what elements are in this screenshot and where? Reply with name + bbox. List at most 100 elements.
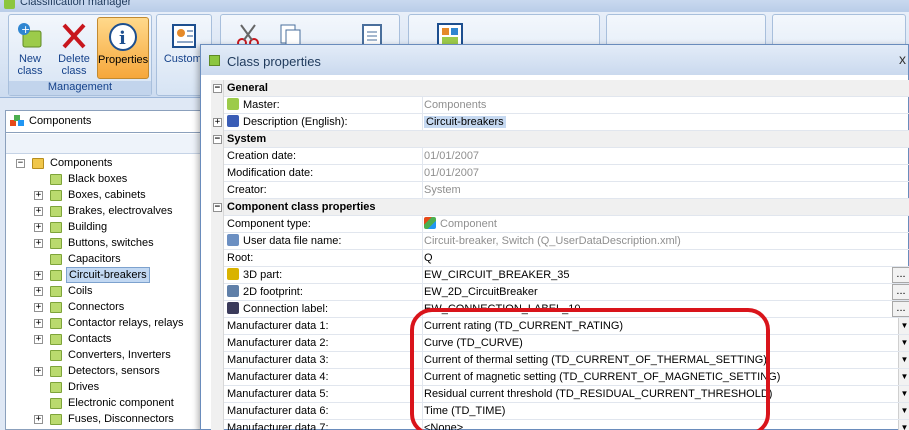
tree-node[interactable]: + Contacts <box>6 331 204 347</box>
property-value[interactable]: Component <box>424 216 909 233</box>
tree-node[interactable]: Capacitors <box>6 251 204 267</box>
expand-icon[interactable]: + <box>34 207 43 216</box>
property-row[interactable]: Manufacturer data 4: Current of magnetic … <box>211 369 909 386</box>
property-value[interactable]: Residual current threshold (TD_RESIDUAL_… <box>424 386 909 403</box>
customize-button[interactable]: Customi <box>163 17 205 79</box>
browse-button[interactable]: ... <box>892 267 909 283</box>
expand-icon[interactable]: + <box>34 191 43 200</box>
property-row[interactable]: Connection label: EW_CONNECTION_LABEL_10.… <box>211 301 909 318</box>
expand-icon[interactable]: + <box>34 223 43 232</box>
tree-node[interactable]: + Buttons, switches <box>6 235 204 251</box>
dropdown-arrow-icon[interactable]: ▼ <box>898 386 909 402</box>
property-row[interactable]: 3D part: EW_CIRCUIT_BREAKER_35... <box>211 267 909 284</box>
folder-icon <box>50 302 62 313</box>
expand-icon[interactable]: + <box>213 118 222 127</box>
property-row[interactable]: Manufacturer data 6: Time (TD_TIME) ▼ <box>211 403 909 420</box>
dropdown-arrow-icon[interactable]: ▼ <box>898 318 909 334</box>
property-value[interactable]: EW_2D_CircuitBreaker... <box>424 284 909 301</box>
expand-icon[interactable]: + <box>34 239 43 248</box>
property-value[interactable]: Components <box>424 97 909 114</box>
property-name-text: Modification date: <box>227 167 314 179</box>
property-value[interactable]: Circuit-breaker, Switch (Q_UserDataDescr… <box>424 233 909 250</box>
browse-button[interactable]: ... <box>892 301 909 317</box>
property-row[interactable]: Creator: System <box>211 182 909 199</box>
collapse-icon[interactable]: − <box>213 203 222 212</box>
property-value[interactable]: 01/01/2007 <box>424 148 909 165</box>
property-value[interactable]: Time (TD_TIME) ▼ <box>424 403 909 420</box>
expand-icon[interactable]: + <box>34 415 43 424</box>
property-value[interactable]: Circuit-breakers <box>424 114 909 131</box>
property-row[interactable]: Manufacturer data 1: Current rating (TD_C… <box>211 318 909 335</box>
row-gutter <box>211 216 224 233</box>
tree-node[interactable]: + Building <box>6 219 204 235</box>
expand-icon[interactable]: + <box>34 335 43 344</box>
tree-node[interactable]: + Circuit-breakers <box>6 267 204 283</box>
property-value[interactable]: EW_CIRCUIT_BREAKER_35... <box>424 267 909 284</box>
dropdown-arrow-icon[interactable]: ▼ <box>898 352 909 368</box>
tree-node[interactable]: + Detectors, sensors <box>6 363 204 379</box>
property-value[interactable]: Curve (TD_CURVE) ▼ <box>424 335 909 352</box>
property-name-text: Manufacturer data 5: <box>227 388 329 400</box>
tree-node[interactable]: Black boxes <box>6 171 204 187</box>
property-row[interactable]: Manufacturer data 2: Curve (TD_CURVE) ▼ <box>211 335 909 352</box>
property-name-text: Manufacturer data 7: <box>227 422 329 430</box>
property-name: Root: <box>227 250 423 267</box>
expand-icon[interactable]: + <box>34 271 43 280</box>
tree-node[interactable]: + Brakes, electrovalves <box>6 203 204 219</box>
expand-icon[interactable]: + <box>34 319 43 328</box>
property-row[interactable]: + Description (English): Circuit-breakers <box>211 114 909 131</box>
browse-button[interactable]: ... <box>892 284 909 300</box>
property-value[interactable]: Q <box>424 250 909 267</box>
property-value[interactable]: <None> ▼ <box>424 420 909 430</box>
expand-icon[interactable]: + <box>34 367 43 376</box>
tree-node[interactable]: Converters, Inverters <box>6 347 204 363</box>
property-name: General <box>227 80 707 97</box>
close-icon[interactable]: x <box>899 51 906 67</box>
property-value[interactable]: System <box>424 182 909 199</box>
property-value[interactable]: Current rating (TD_CURRENT_RATING) ▼ <box>424 318 909 335</box>
property-name-text: General <box>227 82 268 94</box>
root-selector[interactable]: Components <box>6 111 204 133</box>
property-name: Component type: <box>227 216 423 233</box>
property-value[interactable]: Current of magnetic setting (TD_CURRENT_… <box>424 369 909 386</box>
tree-node[interactable]: − Components <box>6 155 204 171</box>
dropdown-arrow-icon[interactable]: ▼ <box>898 420 909 430</box>
property-row[interactable]: User data file name: Circuit-breaker, Swi… <box>211 233 909 250</box>
property-row[interactable]: 2D footprint: EW_2D_CircuitBreaker... <box>211 284 909 301</box>
tree-node[interactable]: + Boxes, cabinets <box>6 187 204 203</box>
property-row[interactable]: Manufacturer data 7: <None> ▼ <box>211 420 909 430</box>
tree-node[interactable]: + Fuses, Disconnectors <box>6 411 204 427</box>
dropdown-arrow-icon[interactable]: ▼ <box>898 369 909 385</box>
property-row[interactable]: Creation date: 01/01/2007 <box>211 148 909 165</box>
folder-icon <box>50 206 62 217</box>
tree-node[interactable]: Electronic component <box>6 395 204 411</box>
expand-icon[interactable]: + <box>34 287 43 296</box>
properties-button[interactable]: i Properties <box>97 17 149 79</box>
property-name-text: Manufacturer data 3: <box>227 354 329 366</box>
property-row[interactable]: Manufacturer data 5: Residual current thr… <box>211 386 909 403</box>
new-class-button[interactable]: + New class <box>9 17 51 79</box>
dropdown-arrow-icon[interactable]: ▼ <box>898 403 909 419</box>
property-value[interactable]: EW_CONNECTION_LABEL_10... <box>424 301 909 318</box>
expand-icon[interactable]: + <box>34 303 43 312</box>
property-row[interactable]: Component type: Component <box>211 216 909 233</box>
tree-node[interactable]: + Connectors <box>6 299 204 315</box>
folder-icon <box>50 286 62 297</box>
collapse-icon[interactable]: − <box>213 135 222 144</box>
tree-node[interactable]: + Contactor relays, relays <box>6 315 204 331</box>
dropdown-arrow-icon[interactable]: ▼ <box>898 335 909 351</box>
delete-class-button[interactable]: Delete class <box>53 17 95 79</box>
tree-node[interactable]: + Coils <box>6 283 204 299</box>
collapse-icon[interactable]: − <box>16 159 25 168</box>
property-row[interactable]: Modification date: 01/01/2007 <box>211 165 909 182</box>
property-row[interactable]: Root: Q <box>211 250 909 267</box>
collapse-icon[interactable]: − <box>213 84 222 93</box>
folder-icon <box>50 382 62 393</box>
tree-node[interactable]: Drives <box>6 379 204 395</box>
description-input[interactable]: Circuit-breakers <box>424 116 506 128</box>
app-title: Classification manager <box>20 0 132 8</box>
property-value[interactable]: Current of thermal setting (TD_CURRENT_O… <box>424 352 909 369</box>
property-row[interactable]: Master: Components <box>211 97 909 114</box>
property-value[interactable]: 01/01/2007 <box>424 165 909 182</box>
property-row[interactable]: Manufacturer data 3: Current of thermal s… <box>211 352 909 369</box>
